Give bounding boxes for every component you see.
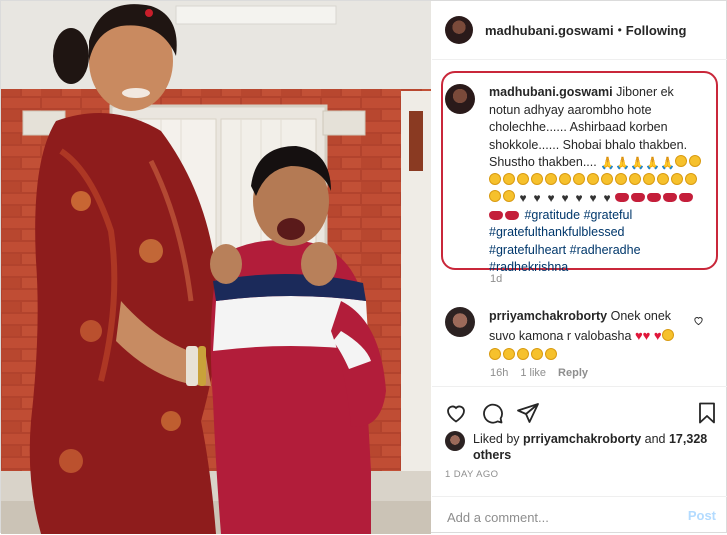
comment-meta: 16h 1 like Reply (490, 367, 588, 379)
header-separator: • (617, 23, 622, 37)
baby-emoji (671, 172, 683, 185)
caption-text: madhubani.goswami Jiboner ek notun adhya… (489, 84, 704, 277)
black-heart-emoji: ♥ (533, 191, 541, 205)
caption-username[interactable]: madhubani.goswami (489, 85, 613, 99)
lips-emoji (663, 193, 677, 202)
comment-item: prriyamchakroborty Onek onek suvo kamona… (445, 307, 715, 365)
caption: madhubani.goswami Jiboner ek notun adhya… (445, 84, 710, 277)
caption-avatar[interactable] (445, 84, 475, 114)
hashtag-link[interactable]: #gratefulthankfulblessed (489, 225, 625, 239)
baby-emoji (643, 172, 655, 185)
post-photo-illustration (1, 1, 431, 534)
kissing-face-emoji (531, 348, 543, 360)
baby-emoji (489, 172, 501, 185)
lips-emoji (631, 193, 645, 202)
folded-hands-emoji: 🙏 (600, 156, 616, 170)
kissing-face-emoji (489, 348, 501, 360)
heart-icon[interactable] (444, 401, 468, 425)
red-heart-emoji: ♥ (634, 328, 643, 343)
lips-emoji (615, 193, 629, 202)
black-heart-emoji: ♥ (589, 191, 597, 205)
likes-summary: Liked by prriyamchakroborty and 17,328 o… (445, 431, 718, 463)
red-heart-emoji: ♥ (653, 328, 662, 343)
baby-emoji (559, 172, 571, 185)
black-heart-emoji: ♥ (519, 191, 527, 205)
folded-hands-emoji: 🙏 (630, 156, 646, 170)
post-header: madhubani.goswami • Following (432, 1, 727, 60)
lips-emoji (505, 210, 519, 220)
liked-by-user[interactable]: prriyamchakroborty (523, 432, 641, 446)
kissing-face-emoji (517, 348, 529, 360)
baby-emoji (545, 172, 557, 185)
post-side-panel: madhubani.goswami • Following madhubani.… (432, 1, 727, 534)
hashtag-link[interactable]: #grateful (584, 208, 633, 222)
caption-timestamp[interactable]: 1d (490, 273, 502, 285)
black-heart-emoji: ♥ (561, 191, 569, 205)
hashtag-link[interactable]: #radhekrishna (489, 260, 568, 274)
baby-emoji (587, 172, 599, 185)
liked-by-and: and (644, 432, 666, 446)
folded-hands-emoji: 🙏 (615, 156, 631, 170)
red-heart-emoji: ♥ (642, 328, 651, 343)
author-avatar[interactable] (445, 16, 473, 44)
baby-emoji (489, 190, 501, 202)
kissing-face-emoji (503, 348, 515, 360)
post-comment-button[interactable]: Post (688, 508, 716, 523)
black-heart-emoji: ♥ (547, 191, 555, 205)
folded-hands-emoji: 🙏 (660, 156, 676, 170)
comment-input[interactable] (445, 506, 669, 528)
comment-like-heart-icon[interactable] (693, 315, 704, 326)
folded-hands-emoji: 🙏 (645, 156, 661, 170)
black-heart-emoji: ♥ (575, 191, 583, 205)
lips-emoji (679, 193, 693, 202)
kissing-face-emoji (661, 329, 674, 341)
commenter-avatar[interactable] (445, 307, 475, 337)
following-button[interactable]: Following (626, 23, 687, 38)
hashtag-link[interactable]: #radheradhe (570, 243, 641, 257)
send-icon[interactable] (516, 401, 540, 425)
comment-timestamp[interactable]: 16h (490, 367, 508, 379)
hashtag-link[interactable]: #gratefulheart (489, 243, 566, 257)
baby-emoji (657, 172, 669, 185)
baby-emoji (629, 172, 641, 185)
bookmark-icon[interactable] (695, 401, 719, 425)
liked-by-prefix: Liked by (473, 432, 520, 446)
baby-emoji (503, 172, 515, 185)
commenter-username[interactable]: prriyamchakroborty (489, 309, 607, 323)
black-heart-emoji: ♥ (603, 191, 611, 205)
instagram-post-view: madhubani.goswami • Following madhubani.… (0, 0, 727, 534)
baby-emoji (685, 172, 697, 185)
lips-emoji (489, 210, 503, 220)
baby-emoji (503, 190, 515, 202)
baby-emoji (615, 172, 627, 185)
add-comment-bar: Post (432, 496, 727, 535)
baby-emoji (689, 155, 702, 167)
baby-emoji (573, 172, 585, 185)
comment-reply-button[interactable]: Reply (558, 367, 588, 379)
lips-emoji (647, 193, 661, 202)
post-photo[interactable] (1, 1, 431, 534)
comment-text: prriyamchakroborty Onek onek suvo kamona… (489, 307, 689, 365)
kissing-face-emoji (545, 348, 557, 360)
hashtag-link[interactable]: #gratitude (524, 208, 580, 222)
liker-avatar[interactable] (445, 431, 465, 451)
post-timestamp[interactable]: 1 DAY AGO (445, 469, 498, 480)
likes-text: Liked by prriyamchakroborty and 17,328 o… (473, 431, 718, 463)
baby-emoji (675, 155, 688, 167)
baby-emoji (601, 172, 613, 185)
baby-emoji (531, 172, 543, 185)
comment-icon[interactable] (480, 401, 504, 425)
author-username[interactable]: madhubani.goswami (485, 23, 614, 38)
comment-like-count[interactable]: 1 like (520, 367, 546, 379)
baby-emoji (517, 172, 529, 185)
